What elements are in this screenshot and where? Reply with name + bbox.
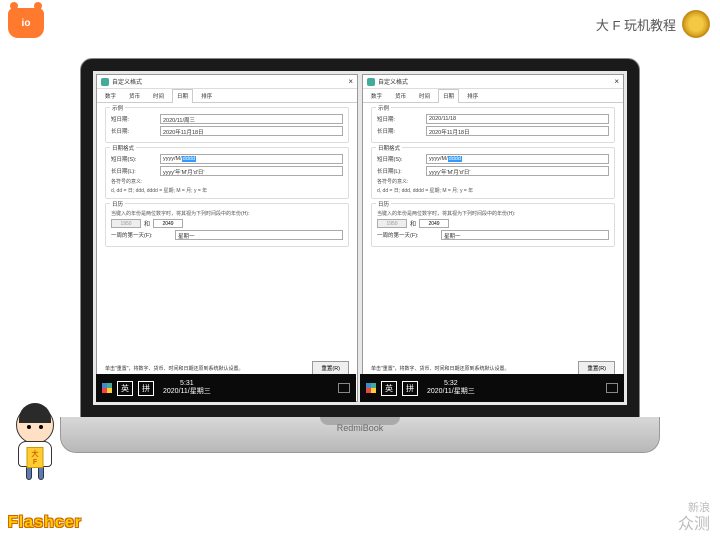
taskbar-right: 英 拼 5:322020/11/星期三 — [360, 374, 624, 402]
calendar-group: 日历 当键入的年份是两位数字时，将其视为下列时间段中的年份(H): 和 一周的第… — [105, 203, 349, 247]
watermark-flashcer: Flashcer — [8, 514, 82, 532]
calendar-title: 日历 — [110, 200, 125, 208]
first-day-select[interactable]: 星期一 — [175, 230, 343, 240]
year-to-input[interactable] — [419, 219, 449, 228]
long-fmt-label: 长日期(L): — [377, 167, 422, 175]
dialog-tabs: 数字 货币 时间 日期 排序 — [363, 89, 623, 103]
page-header-right: 大 F 玩机教程 — [596, 10, 710, 38]
reset-button[interactable]: 重置(R) — [578, 361, 615, 375]
long-date-label: 长日期: — [111, 127, 156, 135]
year-between: 和 — [410, 219, 416, 228]
mascot-badge: 大 F — [27, 447, 44, 468]
format-title: 日期格式 — [376, 144, 402, 152]
ime-mode[interactable]: 拼 — [138, 381, 154, 396]
calendar-hint: 当键入的年份是两位数字时，将其视为下列时间段中的年份(H): — [111, 210, 343, 217]
dialog-title-text: 自定义格式 — [378, 77, 408, 86]
screen-content: 自定义格式 × 数字 货币 时间 日期 排序 示例 短日期: 2020/11/周三… — [93, 71, 627, 405]
defender-icon[interactable] — [102, 383, 112, 393]
format-group: 日期格式 短日期(S): yyyy/M/dddd 长日期(L): yyyy'年'M'… — [371, 147, 615, 199]
short-fmt-label: 短日期(S): — [111, 155, 156, 163]
gold-badge-icon — [682, 10, 710, 38]
tab-time[interactable]: 时间 — [414, 89, 435, 102]
watermark-sina: 新浪 众测 — [678, 502, 710, 534]
screen-bezel: 自定义格式 × 数字 货币 时间 日期 排序 示例 短日期: 2020/11/周三… — [80, 58, 640, 418]
example-group: 示例 短日期: 2020/11/周三 长日期: 2020年11月18日 — [105, 107, 349, 143]
short-date-value: 2020/11/18 — [426, 114, 609, 124]
mascot-character: 大 F — [0, 406, 70, 480]
tab-currency[interactable]: 货币 — [124, 89, 145, 102]
short-date-label: 短日期: — [377, 115, 422, 123]
format-hint-body: d, dd = 日; ddd, dddd = 星期; M = 月; y = 年 — [377, 187, 609, 194]
format-group: 日期格式 短日期(S): yyyy/M/dddd 长日期(L): yyyy'年'M'… — [105, 147, 349, 199]
long-date-value: 2020年11月18日 — [426, 126, 609, 136]
format-hint-title: 各符号的意义: — [111, 178, 343, 185]
long-date-value: 2020年11月18日 — [160, 126, 343, 136]
dialog-right: 自定义格式 × 数字 货币 时间 日期 排序 示例 短日期: 2020/11/18… — [362, 74, 624, 402]
long-format-input[interactable]: yyyy'年'M'月'd'日' — [160, 166, 343, 176]
tab-number[interactable]: 数字 — [366, 89, 387, 102]
dialog-titlebar: 自定义格式 × — [97, 75, 357, 89]
format-title: 日期格式 — [110, 144, 136, 152]
year-from-input — [377, 219, 407, 228]
dialog-body: 示例 短日期: 2020/11/18 长日期: 2020年11月18日 日期格式 短… — [363, 103, 623, 358]
dialog-icon — [367, 78, 375, 86]
mascot-body: 大 F — [18, 441, 52, 467]
dialog-icon — [101, 78, 109, 86]
tab-date[interactable]: 日期 — [438, 89, 459, 103]
dialog-tabs: 数字 货币 时间 日期 排序 — [97, 89, 357, 103]
short-date-label: 短日期: — [111, 115, 156, 123]
laptop-base: RedmiBook — [60, 417, 660, 453]
long-fmt-label: 长日期(L): — [111, 167, 156, 175]
long-format-input[interactable]: yyyy'年'M'月'd'日' — [426, 166, 609, 176]
calendar-hint: 当键入的年份是两位数字时，将其视为下列时间段中的年份(H): — [377, 210, 609, 217]
taskbar-clock[interactable]: 5:312020/11/星期三 — [163, 380, 211, 397]
tab-number[interactable]: 数字 — [100, 89, 121, 102]
tab-date[interactable]: 日期 — [172, 89, 193, 103]
tab-sort[interactable]: 排序 — [462, 89, 483, 102]
ime-lang[interactable]: 英 — [117, 381, 133, 396]
site-logo: io — [8, 8, 44, 38]
calendar-title: 日历 — [376, 200, 391, 208]
tab-currency[interactable]: 货币 — [390, 89, 411, 102]
first-day-select[interactable]: 星期一 — [441, 230, 609, 240]
laptop-brand: RedmiBook — [337, 423, 384, 433]
first-day-label: 一周的第一天(F): — [377, 231, 437, 239]
taskbar-left: 英 拼 5:312020/11/星期三 — [96, 374, 356, 402]
close-icon[interactable]: × — [348, 77, 353, 86]
first-day-label: 一周的第一天(F): — [111, 231, 171, 239]
example-title: 示例 — [110, 104, 125, 112]
year-from-input — [111, 219, 141, 228]
format-hint-body: d, dd = 日; ddd, dddd = 星期; M = 月; y = 年 — [111, 187, 343, 194]
calendar-group: 日历 当键入的年份是两位数字时，将其视为下列时间段中的年份(H): 和 一周的第… — [371, 203, 615, 247]
dialog-titlebar: 自定义格式 × — [363, 75, 623, 89]
short-date-value: 2020/11/周三 — [160, 114, 343, 124]
taskbar-clock[interactable]: 5:322020/11/星期三 — [427, 380, 475, 397]
reset-text: 单击"重置"，将数字、货币、时间和日期还原到系统默认设置。 — [105, 365, 308, 372]
year-between: 和 — [144, 219, 150, 228]
short-format-input[interactable]: yyyy/M/dddd — [160, 154, 343, 164]
reset-button[interactable]: 重置(R) — [312, 361, 349, 375]
mascot-head — [16, 406, 54, 444]
dialog-title-text: 自定义格式 — [112, 77, 142, 86]
year-to-input[interactable] — [153, 219, 183, 228]
ime-mode[interactable]: 拼 — [402, 381, 418, 396]
long-date-label: 长日期: — [377, 127, 422, 135]
page-title: 大 F 玩机教程 — [596, 15, 676, 34]
notification-icon[interactable] — [338, 383, 350, 393]
reset-text: 单击"重置"，将数字、货币、时间和日期还原到系统默认设置。 — [371, 365, 574, 372]
short-fmt-label: 短日期(S): — [377, 155, 422, 163]
dialog-left: 自定义格式 × 数字 货币 时间 日期 排序 示例 短日期: 2020/11/周三… — [96, 74, 358, 402]
tab-sort[interactable]: 排序 — [196, 89, 217, 102]
close-icon[interactable]: × — [614, 77, 619, 86]
defender-icon[interactable] — [366, 383, 376, 393]
short-format-input[interactable]: yyyy/M/dddd — [426, 154, 609, 164]
example-group: 示例 短日期: 2020/11/18 长日期: 2020年11月18日 — [371, 107, 615, 143]
example-title: 示例 — [376, 104, 391, 112]
laptop-mockup: 自定义格式 × 数字 货币 时间 日期 排序 示例 短日期: 2020/11/周三… — [60, 58, 660, 464]
format-hint-title: 各符号的意义: — [377, 178, 609, 185]
notification-icon[interactable] — [606, 383, 618, 393]
dialog-body: 示例 短日期: 2020/11/周三 长日期: 2020年11月18日 日期格式 短… — [97, 103, 357, 358]
tab-time[interactable]: 时间 — [148, 89, 169, 102]
ime-lang[interactable]: 英 — [381, 381, 397, 396]
